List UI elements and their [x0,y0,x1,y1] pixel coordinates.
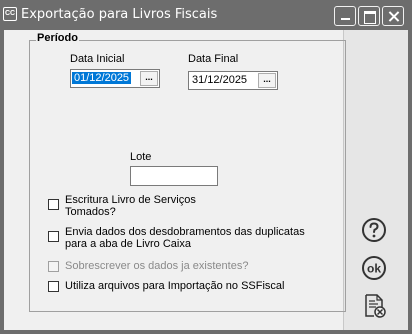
title-bar[interactable]: CC Exportação para Livros Fiscais [0,0,412,30]
document-cancel-icon[interactable] [362,293,388,319]
app-icon[interactable]: CC [3,7,17,21]
data-final-picker-button[interactable]: ... [258,73,276,88]
lote-label: Lote [130,151,152,163]
lote-input[interactable] [130,166,218,186]
envia-dados-checkbox[interactable] [48,231,59,242]
data-inicial-label: Data Inicial [70,53,125,65]
question-circle-icon[interactable] [361,217,387,243]
escritura-livro-line2: Tomados? [65,206,116,218]
escritura-livro-label[interactable]: Escritura Livro de Serviços Tomados? [65,194,196,218]
data-final-value[interactable]: 31/12/2025 [190,74,249,86]
ok-button[interactable]: ok [361,255,387,281]
window: CC Exportação para Livros Fiscais Períod… [0,0,412,334]
envia-dados-line1: Envia dados dos desdobramentos das dupli… [65,226,305,238]
ok-label: ok [367,262,381,276]
sobrescrever-label: Sobrescrever os dados ja existentes? [65,260,249,272]
maximize-button[interactable] [358,6,380,26]
sobrescrever-checkbox [48,261,59,272]
data-final-label: Data Final [188,53,239,65]
envia-dados-line2: para a aba de Livro Caixa [65,238,191,250]
utiliza-arquivos-checkbox[interactable] [48,281,59,292]
escritura-livro-checkbox[interactable] [48,199,59,210]
data-inicial-picker-button[interactable]: ... [140,71,158,86]
escritura-livro-line1: Escritura Livro de Serviços [65,194,196,206]
utiliza-arquivos-label[interactable]: Utiliza arquivos para Importação no SSFi… [65,280,284,292]
action-panel [343,30,408,330]
data-inicial-value[interactable]: 01/12/2025 [72,72,132,84]
window-title: Exportação para Livros Fiscais [21,7,218,22]
data-inicial-field[interactable]: 01/12/2025 ... [70,69,160,88]
data-final-field[interactable]: 31/12/2025 ... [188,71,278,90]
envia-dados-label[interactable]: Envia dados dos desdobramentos das dupli… [65,226,305,250]
periodo-group-title: Período [36,32,79,44]
minimize-button[interactable] [334,6,356,26]
close-button[interactable] [382,6,404,26]
